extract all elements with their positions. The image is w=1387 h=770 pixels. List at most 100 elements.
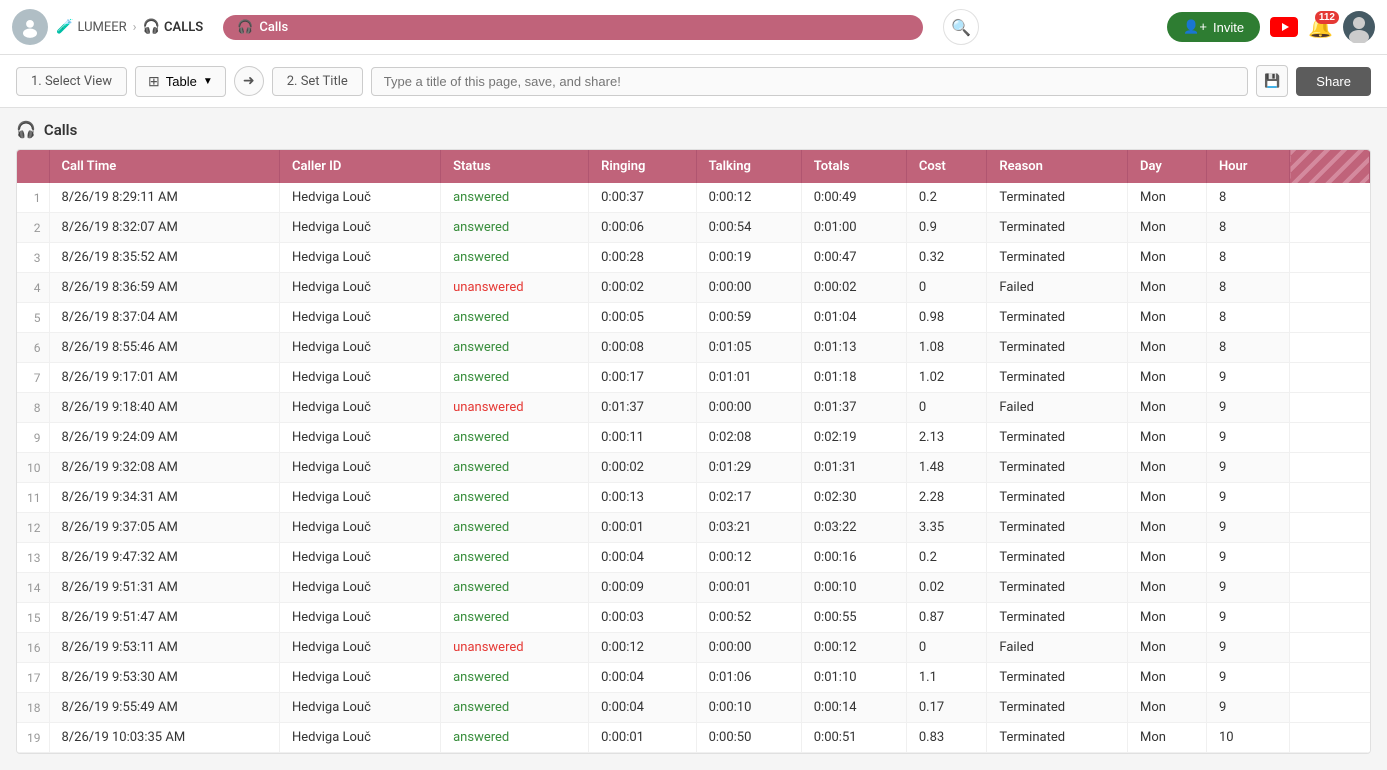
table-row[interactable]: 18 8/26/19 9:55:49 AM Hedviga Louč answe…: [17, 693, 1370, 723]
col-status[interactable]: Status: [441, 150, 589, 183]
cell-call-time: 8/26/19 9:51:47 AM: [49, 603, 279, 633]
cell-totals: 0:00:51: [801, 723, 906, 753]
col-caller-id[interactable]: Caller ID: [279, 150, 440, 183]
cell-extra: [1290, 213, 1370, 243]
col-day[interactable]: Day: [1127, 150, 1206, 183]
table-row[interactable]: 14 8/26/19 9:51:31 AM Hedviga Louč answe…: [17, 573, 1370, 603]
table-row[interactable]: 19 8/26/19 10:03:35 AM Hedviga Louč answ…: [17, 723, 1370, 753]
table-row[interactable]: 17 8/26/19 9:53:30 AM Hedviga Louč answe…: [17, 663, 1370, 693]
next-step-arrow[interactable]: ➜: [234, 66, 264, 96]
table-row[interactable]: 3 8/26/19 8:35:52 AM Hedviga Louč answer…: [17, 243, 1370, 273]
cell-call-time: 8/26/19 9:55:49 AM: [49, 693, 279, 723]
cell-extra: [1290, 573, 1370, 603]
table-row[interactable]: 7 8/26/19 9:17:01 AM Hedviga Louč answer…: [17, 363, 1370, 393]
cell-hour: 10: [1206, 723, 1289, 753]
cell-day: Mon: [1127, 663, 1206, 693]
cell-status: unanswered: [441, 273, 589, 303]
cell-reason: Terminated: [987, 693, 1128, 723]
cell-reason: Failed: [987, 633, 1128, 663]
table-row[interactable]: 6 8/26/19 8:55:46 AM Hedviga Louč answer…: [17, 333, 1370, 363]
col-talking[interactable]: Talking: [696, 150, 801, 183]
cell-ringing: 0:00:01: [589, 513, 696, 543]
cell-ringing: 0:00:37: [589, 183, 696, 213]
cell-talking: 0:00:52: [696, 603, 801, 633]
cell-hour: 9: [1206, 423, 1289, 453]
table-view-button[interactable]: ⊞ Table ▼: [135, 66, 226, 97]
cell-caller-id: Hedviga Louč: [279, 483, 440, 513]
cell-caller-id: Hedviga Louč: [279, 243, 440, 273]
col-hour[interactable]: Hour: [1206, 150, 1289, 183]
table-row[interactable]: 8 8/26/19 9:18:40 AM Hedviga Louč unansw…: [17, 393, 1370, 423]
table-row[interactable]: 15 8/26/19 9:51:47 AM Hedviga Louč answe…: [17, 603, 1370, 633]
cell-cost: 1.02: [906, 363, 986, 393]
table-row[interactable]: 12 8/26/19 9:37:05 AM Hedviga Louč answe…: [17, 513, 1370, 543]
table-row[interactable]: 16 8/26/19 9:53:11 AM Hedviga Louč unans…: [17, 633, 1370, 663]
cell-rownum: 10: [17, 453, 49, 483]
cell-totals: 0:01:04: [801, 303, 906, 333]
global-search-icon[interactable]: 🔍: [943, 9, 979, 45]
table-row[interactable]: 11 8/26/19 9:34:31 AM Hedviga Louč answe…: [17, 483, 1370, 513]
cell-cost: 1.48: [906, 453, 986, 483]
cell-call-time: 8/26/19 10:03:35 AM: [49, 723, 279, 753]
cell-reason: Terminated: [987, 603, 1128, 633]
cell-cost: 0.17: [906, 693, 986, 723]
cell-extra: [1290, 483, 1370, 513]
col-cost[interactable]: Cost: [906, 150, 986, 183]
share-button[interactable]: Share: [1296, 67, 1371, 96]
lumeer-icon: 🧪: [56, 19, 73, 35]
cell-day: Mon: [1127, 423, 1206, 453]
cell-hour: 9: [1206, 513, 1289, 543]
table-row[interactable]: 5 8/26/19 8:37:04 AM Hedviga Louč answer…: [17, 303, 1370, 333]
table-row[interactable]: 2 8/26/19 8:32:07 AM Hedviga Louč answer…: [17, 213, 1370, 243]
table-row[interactable]: 13 8/26/19 9:47:32 AM Hedviga Louč answe…: [17, 543, 1370, 573]
cell-day: Mon: [1127, 363, 1206, 393]
table-row[interactable]: 1 8/26/19 8:29:11 AM Hedviga Louč answer…: [17, 183, 1370, 213]
cell-hour: 8: [1206, 213, 1289, 243]
col-call-time[interactable]: Call Time: [49, 150, 279, 183]
cell-hour: 9: [1206, 363, 1289, 393]
cell-cost: 1.08: [906, 333, 986, 363]
cell-day: Mon: [1127, 213, 1206, 243]
cell-call-time: 8/26/19 9:37:05 AM: [49, 513, 279, 543]
youtube-icon[interactable]: [1270, 17, 1298, 37]
cell-rownum: 9: [17, 423, 49, 453]
cell-totals: 0:00:16: [801, 543, 906, 573]
navbar: 🧪 LUMEER › 🎧 CALLS 🎧 Calls 🔍 👤+ Invite: [0, 0, 1387, 55]
notifications-button[interactable]: 🔔 112: [1308, 15, 1333, 40]
cell-ringing: 0:00:04: [589, 663, 696, 693]
breadcrumb-calls[interactable]: 🎧 CALLS: [143, 19, 204, 35]
table-row[interactable]: 4 8/26/19 8:36:59 AM Hedviga Louč unansw…: [17, 273, 1370, 303]
cell-day: Mon: [1127, 483, 1206, 513]
cell-extra: [1290, 183, 1370, 213]
user-avatar[interactable]: [1343, 11, 1375, 43]
cell-status: answered: [441, 513, 589, 543]
cell-call-time: 8/26/19 9:53:11 AM: [49, 633, 279, 663]
cell-call-time: 8/26/19 9:47:32 AM: [49, 543, 279, 573]
cell-status: answered: [441, 693, 589, 723]
cell-day: Mon: [1127, 693, 1206, 723]
col-reason[interactable]: Reason: [987, 150, 1128, 183]
cell-totals: 0:01:10: [801, 663, 906, 693]
calls-tab[interactable]: 🎧 Calls: [223, 15, 923, 40]
cell-ringing: 0:01:37: [589, 393, 696, 423]
col-ringing[interactable]: Ringing: [589, 150, 696, 183]
cell-extra: [1290, 693, 1370, 723]
cell-extra: [1290, 273, 1370, 303]
cell-talking: 0:00:01: [696, 573, 801, 603]
cell-extra: [1290, 363, 1370, 393]
cell-hour: 9: [1206, 663, 1289, 693]
cell-caller-id: Hedviga Louč: [279, 363, 440, 393]
cell-day: Mon: [1127, 243, 1206, 273]
breadcrumb-lumeer[interactable]: 🧪 LUMEER: [56, 19, 127, 35]
table-row[interactable]: 9 8/26/19 9:24:09 AM Hedviga Louč answer…: [17, 423, 1370, 453]
cell-totals: 0:02:30: [801, 483, 906, 513]
cell-call-time: 8/26/19 8:36:59 AM: [49, 273, 279, 303]
cell-talking: 0:00:10: [696, 693, 801, 723]
col-totals[interactable]: Totals: [801, 150, 906, 183]
cell-day: Mon: [1127, 183, 1206, 213]
cell-rownum: 18: [17, 693, 49, 723]
invite-button[interactable]: 👤+ Invite: [1167, 12, 1260, 42]
page-title-input[interactable]: [371, 67, 1249, 96]
table-row[interactable]: 10 8/26/19 9:32:08 AM Hedviga Louč answe…: [17, 453, 1370, 483]
save-button[interactable]: 💾: [1256, 65, 1288, 97]
